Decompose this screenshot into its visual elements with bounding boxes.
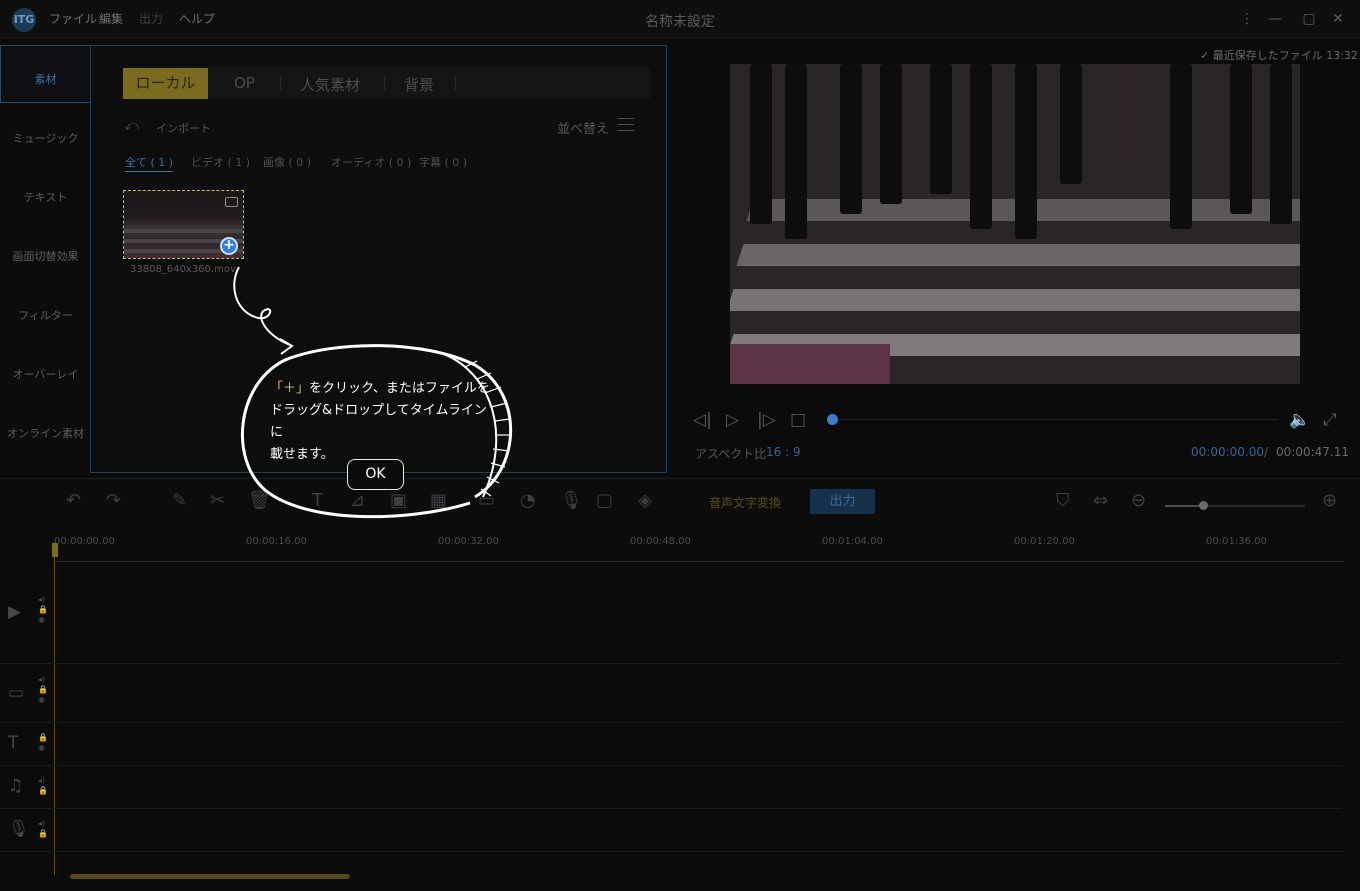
tab-popular[interactable]: 人気素材 (300, 74, 360, 95)
filter-all-label: 全て ( 1 ) (125, 156, 174, 172)
tooltip-line1: をクリック、またはファイルを (309, 381, 490, 396)
text-track-controls[interactable]: 🔒 ◉ (38, 733, 48, 753)
tab-op[interactable]: OP (234, 74, 255, 92)
ruler-tick-label: 00:00:00.00 (54, 536, 115, 547)
screen-record-icon[interactable]: ▢ (596, 490, 613, 511)
edit-toolbar (0, 478, 1360, 526)
fit-timeline-icon[interactable]: ⇔ (1093, 490, 1108, 511)
minimize-icon[interactable]: — (1265, 9, 1285, 29)
category-music[interactable]: ミュージック (0, 130, 91, 146)
ruler-tick-label: 00:00:32.00 (438, 536, 499, 547)
category-online[interactable]: オンライン素材 (0, 425, 91, 441)
marker-icon[interactable]: ⛉ (1056, 490, 1070, 511)
tab-divider (384, 76, 385, 90)
tooltip-text: 「＋」をクリック、またはファイルを ドラッグ&ドロップしてタイムラインに 載せま… (270, 378, 495, 466)
track-divider (0, 808, 1342, 809)
ruler-tick-label: 00:01:20.00 (1014, 536, 1075, 547)
add-to-timeline-icon[interactable]: + (220, 237, 238, 255)
zoom-fill (1165, 505, 1203, 507)
sort-list-icon[interactable] (618, 118, 634, 132)
aspect-ratio-label: アスペクト比 (695, 447, 767, 461)
stop-icon[interactable]: □ (790, 410, 806, 430)
category-filters[interactable]: フィルター (0, 307, 91, 323)
track-divider (0, 722, 1342, 723)
redo-icon[interactable]: ↷ (106, 490, 121, 511)
category-overlay[interactable]: オーバーレイ (0, 366, 91, 382)
voice-track-icon: 🎙 (8, 819, 30, 839)
time-separator: / (1264, 445, 1269, 459)
track-divider (0, 851, 1342, 852)
maximize-icon[interactable]: ▢ (1299, 9, 1319, 29)
video-track-controls[interactable]: ◂) 🔒 ◉ (38, 595, 48, 625)
current-time: 00:00:00.00 (1191, 445, 1264, 459)
pip-track-icon: ▭ (8, 683, 25, 703)
speech-to-text-button[interactable]: 音声文字変換 (709, 494, 781, 511)
playhead-handle[interactable] (52, 543, 58, 557)
filter-audio[interactable]: オーディオ ( 0 ) (331, 154, 411, 170)
zoom-in-icon[interactable]: ⊕ (1322, 490, 1337, 511)
text-track-icon: T (8, 733, 19, 753)
filter-all[interactable]: 全て ( 1 ) (125, 154, 174, 172)
filter-subtitle[interactable]: 字幕 ( 0 ) (419, 154, 467, 170)
cut-icon[interactable]: ✂ (210, 490, 225, 511)
tooltip-line3: 載せます。 (270, 447, 334, 462)
zoom-handle[interactable] (1199, 501, 1208, 510)
category-media[interactable]: 素材 (0, 71, 91, 87)
tab-divider (280, 76, 281, 90)
zoom-out-icon[interactable]: ⊖ (1131, 490, 1146, 511)
aspect-ratio-value[interactable]: 16 : 9 (766, 445, 801, 459)
tooltip-line2: ドラッグ&ドロップしてタイムラインに (270, 403, 487, 440)
playhead-line (54, 557, 55, 875)
more-icon[interactable]: ⋮ (1237, 9, 1257, 29)
filter-image[interactable]: 画像 ( 0 ) (263, 154, 311, 170)
ruler-tick-label: 00:01:36.00 (1206, 536, 1267, 547)
music-track-controls[interactable]: ◂) 🔒 (38, 776, 48, 796)
video-type-icon (225, 197, 238, 207)
import-icon[interactable]: ⤺ (124, 118, 139, 134)
tab-divider (455, 76, 456, 90)
edit-pen-icon[interactable]: ✎ (172, 490, 187, 511)
ruler-tick-label: 00:00:48.00 (630, 536, 691, 547)
close-icon[interactable]: ✕ (1328, 9, 1348, 29)
prev-frame-icon[interactable]: ◁| (693, 410, 712, 430)
fullscreen-icon[interactable]: ⤢ (1323, 410, 1337, 430)
ruler-tick-label: 00:01:04.00 (822, 536, 883, 547)
undo-icon[interactable]: ↶ (66, 490, 81, 511)
import-button[interactable]: インポート (156, 120, 211, 136)
pip-track-controls[interactable]: ◂) 🔒 ◉ (38, 675, 48, 705)
sort-button[interactable]: 並べ替え (557, 118, 609, 137)
play-icon[interactable]: ▷ (726, 410, 739, 430)
window-title: 名称未設定 (645, 14, 715, 30)
filter-video[interactable]: ビデオ ( 1 ) (191, 154, 250, 170)
last-saved-label: ✓ 最近保存したファイル 13:32 (1200, 49, 1358, 62)
video-track-icon: ▶ (8, 602, 22, 622)
category-text[interactable]: テキスト (0, 189, 91, 205)
ruler-tick-label: 00:00:16.00 (246, 536, 307, 547)
tooltip-plus: 「＋」 (270, 381, 310, 396)
next-frame-icon[interactable]: |▷ (757, 410, 776, 430)
timeline-scrollbar[interactable] (70, 874, 350, 879)
color-fill-icon[interactable]: ◈ (638, 490, 652, 511)
seek-bar[interactable] (838, 419, 1278, 420)
tab-local[interactable]: ローカル (123, 68, 208, 99)
track-divider (0, 663, 1342, 664)
music-track-icon: ♫ (8, 776, 24, 796)
seek-handle[interactable] (827, 414, 838, 425)
preview-video (730, 64, 1300, 384)
tab-background[interactable]: 背景 (404, 74, 434, 95)
volume-icon[interactable]: 🔈 (1289, 410, 1310, 430)
tooltip-ok-button[interactable]: OK (347, 459, 404, 490)
record-voice-icon[interactable]: 🎙 (560, 490, 583, 511)
total-time: 00:00:47.11 (1276, 445, 1349, 459)
voice-track-controls[interactable]: ◂) 🔒 (38, 819, 48, 839)
category-transitions[interactable]: 画面切替効果 (0, 248, 91, 264)
media-filename: 33808_640x360.mov (130, 264, 236, 275)
export-button[interactable]: 出力 (810, 489, 875, 514)
track-divider (0, 765, 1342, 766)
